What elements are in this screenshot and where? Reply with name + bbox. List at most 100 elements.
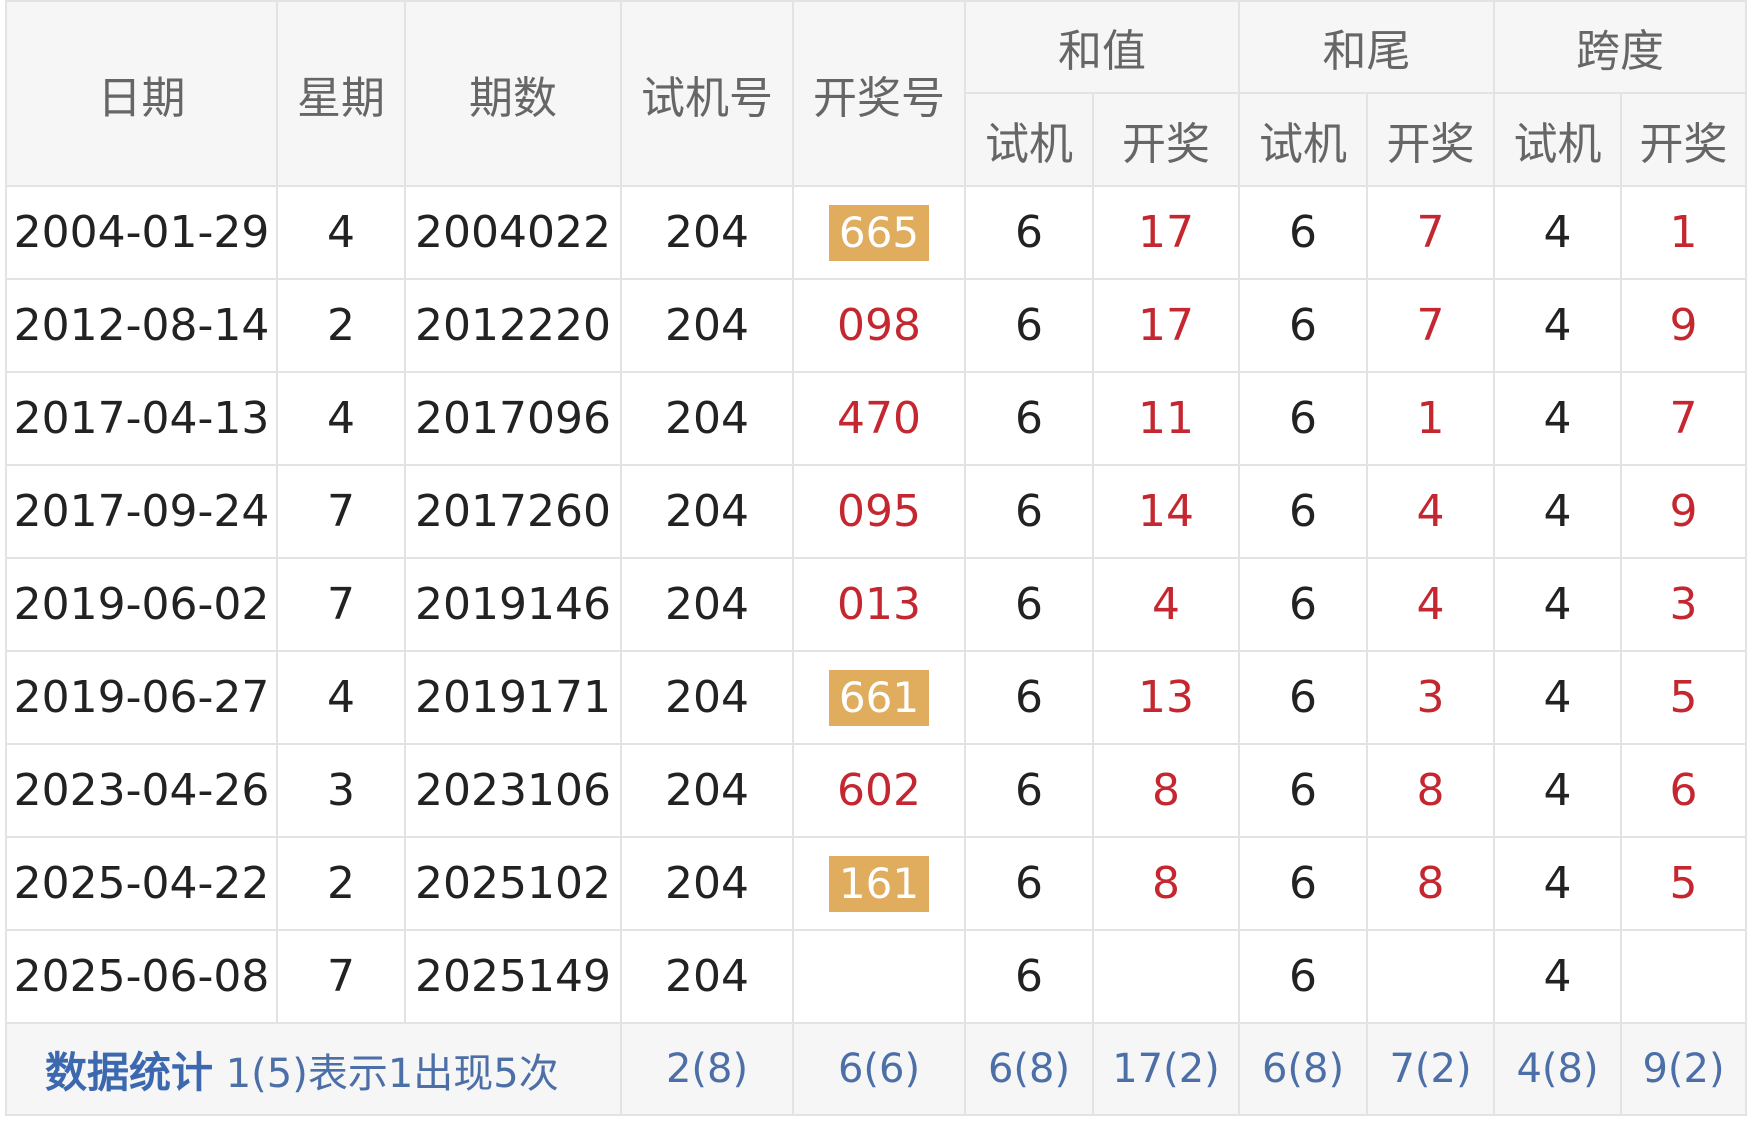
weekday-cell: 7: [276, 464, 406, 559]
period-cell: 2017096: [404, 371, 622, 466]
span-trial-cell: 4: [1493, 557, 1622, 652]
tail-draw-cell: 7: [1366, 278, 1495, 373]
table-row: 2017-04-13 4 2017096 204 470 6 11 6 1 4 7: [5, 371, 1747, 466]
stats-span-draw: 9(2): [1620, 1022, 1747, 1116]
sum-draw-cell: 8: [1092, 743, 1240, 838]
subheader-span-trial: 试机: [1493, 92, 1622, 187]
draw-number-cell: 161: [792, 836, 966, 931]
tail-draw-cell: 8: [1366, 836, 1495, 931]
period-cell: 2019146: [404, 557, 622, 652]
period-cell: 2025149: [404, 929, 622, 1024]
sum-trial-cell: 6: [964, 836, 1094, 931]
stats-trial: 2(8): [620, 1022, 794, 1116]
table-row: 2025-04-22 2 2025102 204 161 6 8 6 8 4 5: [5, 836, 1747, 931]
stats-sum-trial: 6(8): [964, 1022, 1094, 1116]
table-bottom-strip: [6, 1114, 1746, 1132]
span-draw-cell: 1: [1620, 185, 1747, 280]
header-sum: 和值: [964, 0, 1240, 94]
stats-sum-draw: 17(2): [1092, 1022, 1240, 1116]
tail-trial-cell: 6: [1238, 929, 1368, 1024]
draw-number-cell: 470: [792, 371, 966, 466]
trial-number-cell: 204: [620, 464, 794, 559]
sum-draw-cell: 13: [1092, 650, 1240, 745]
tail-draw-cell: 4: [1366, 557, 1495, 652]
period-cell: 2019171: [404, 650, 622, 745]
header-trial-number: 试机号: [620, 0, 794, 187]
tail-trial-cell: 6: [1238, 650, 1368, 745]
span-draw-cell: 3: [1620, 557, 1747, 652]
tail-draw-cell: 7: [1366, 185, 1495, 280]
date-cell: 2025-04-22: [5, 836, 278, 931]
weekday-cell: 4: [276, 185, 406, 280]
weekday-cell: 7: [276, 929, 406, 1024]
tail-trial-cell: 6: [1238, 557, 1368, 652]
trial-number-history-table: 日期 星期 期数 试机号 开奖号 和值 和尾 跨度 试机 开奖 试机 开奖 试机…: [5, 0, 1747, 1132]
draw-number-cell: 661: [792, 650, 966, 745]
table-row: 2019-06-27 4 2019171 204 661 6 13 6 3 4 5: [5, 650, 1747, 745]
period-cell: 2004022: [404, 185, 622, 280]
span-trial-cell: 4: [1493, 650, 1622, 745]
sum-trial-cell: 6: [964, 557, 1094, 652]
trial-number-cell: 204: [620, 743, 794, 838]
period-cell: 2025102: [404, 836, 622, 931]
sum-trial-cell: 6: [964, 650, 1094, 745]
span-trial-cell: 4: [1493, 836, 1622, 931]
span-trial-cell: 4: [1493, 743, 1622, 838]
tail-trial-cell: 6: [1238, 185, 1368, 280]
header-date: 日期: [5, 0, 278, 187]
period-cell: 2017260: [404, 464, 622, 559]
trial-number-cell: 204: [620, 650, 794, 745]
subheader-sum-trial: 试机: [964, 92, 1094, 187]
stats-title: 数据统计: [45, 1047, 214, 1097]
draw-number-cell: 602: [792, 743, 966, 838]
trial-number-cell: 204: [620, 929, 794, 1024]
stats-span-trial: 4(8): [1493, 1022, 1622, 1116]
period-cell: 2012220: [404, 278, 622, 373]
date-cell: 2025-06-08: [5, 929, 278, 1024]
draw-number-cell: 665: [792, 185, 966, 280]
subheader-tail-trial: 试机: [1238, 92, 1368, 187]
span-trial-cell: 4: [1493, 185, 1622, 280]
sum-draw-cell: 11: [1092, 371, 1240, 466]
span-draw-cell: 9: [1620, 278, 1747, 373]
table-row: 2025-06-08 7 2025149 204 6 6 4: [5, 929, 1747, 1024]
date-cell: 2019-06-27: [5, 650, 278, 745]
table-row: 2017-09-24 7 2017260 204 095 6 14 6 4 4 9: [5, 464, 1747, 559]
span-draw-cell: 6: [1620, 743, 1747, 838]
span-draw-cell: 5: [1620, 836, 1747, 931]
tail-draw-cell: 3: [1366, 650, 1495, 745]
period-cell: 2023106: [404, 743, 622, 838]
subheader-tail-draw: 开奖: [1366, 92, 1495, 187]
sum-trial-cell: 6: [964, 464, 1094, 559]
draw-number-cell: 098: [792, 278, 966, 373]
sum-draw-cell: 14: [1092, 464, 1240, 559]
span-trial-cell: 4: [1493, 371, 1622, 466]
date-cell: 2012-08-14: [5, 278, 278, 373]
header-span: 跨度: [1493, 0, 1747, 94]
tail-trial-cell: 6: [1238, 836, 1368, 931]
stats-note: 1(5)表示1出现5次: [225, 1050, 559, 1097]
tail-draw-cell: 1: [1366, 371, 1495, 466]
table-body: 2004-01-29 4 2004022 204 665 6 17 6 7 4 1 2012-08-1…: [5, 185, 1747, 1132]
trial-number-cell: 204: [620, 371, 794, 466]
trial-number-cell: 204: [620, 557, 794, 652]
weekday-cell: 7: [276, 557, 406, 652]
tail-draw-cell: 8: [1366, 743, 1495, 838]
header-weekday: 星期: [276, 0, 406, 187]
stats-row: 数据统计 1(5)表示1出现5次 2(8) 6(6) 6(8) 17(2) 6(…: [5, 1022, 1747, 1116]
table-bottom-cell: [6, 1114, 1746, 1132]
sum-trial-cell: 6: [964, 743, 1094, 838]
header-period: 期数: [404, 0, 622, 187]
subheader-span-draw: 开奖: [1620, 92, 1747, 187]
draw-number-ball: 161: [828, 855, 930, 912]
weekday-cell: 2: [276, 278, 406, 373]
tail-trial-cell: 6: [1238, 464, 1368, 559]
span-draw-cell: 7: [1620, 371, 1747, 466]
tail-trial-cell: 6: [1238, 278, 1368, 373]
sum-draw-cell: 17: [1092, 185, 1240, 280]
date-cell: 2023-04-26: [5, 743, 278, 838]
stats-tail-trial: 6(8): [1238, 1022, 1368, 1116]
span-draw-cell: 9: [1620, 464, 1747, 559]
header-draw-number: 开奖号: [792, 0, 966, 187]
draw-number-ball: 665: [828, 204, 930, 261]
